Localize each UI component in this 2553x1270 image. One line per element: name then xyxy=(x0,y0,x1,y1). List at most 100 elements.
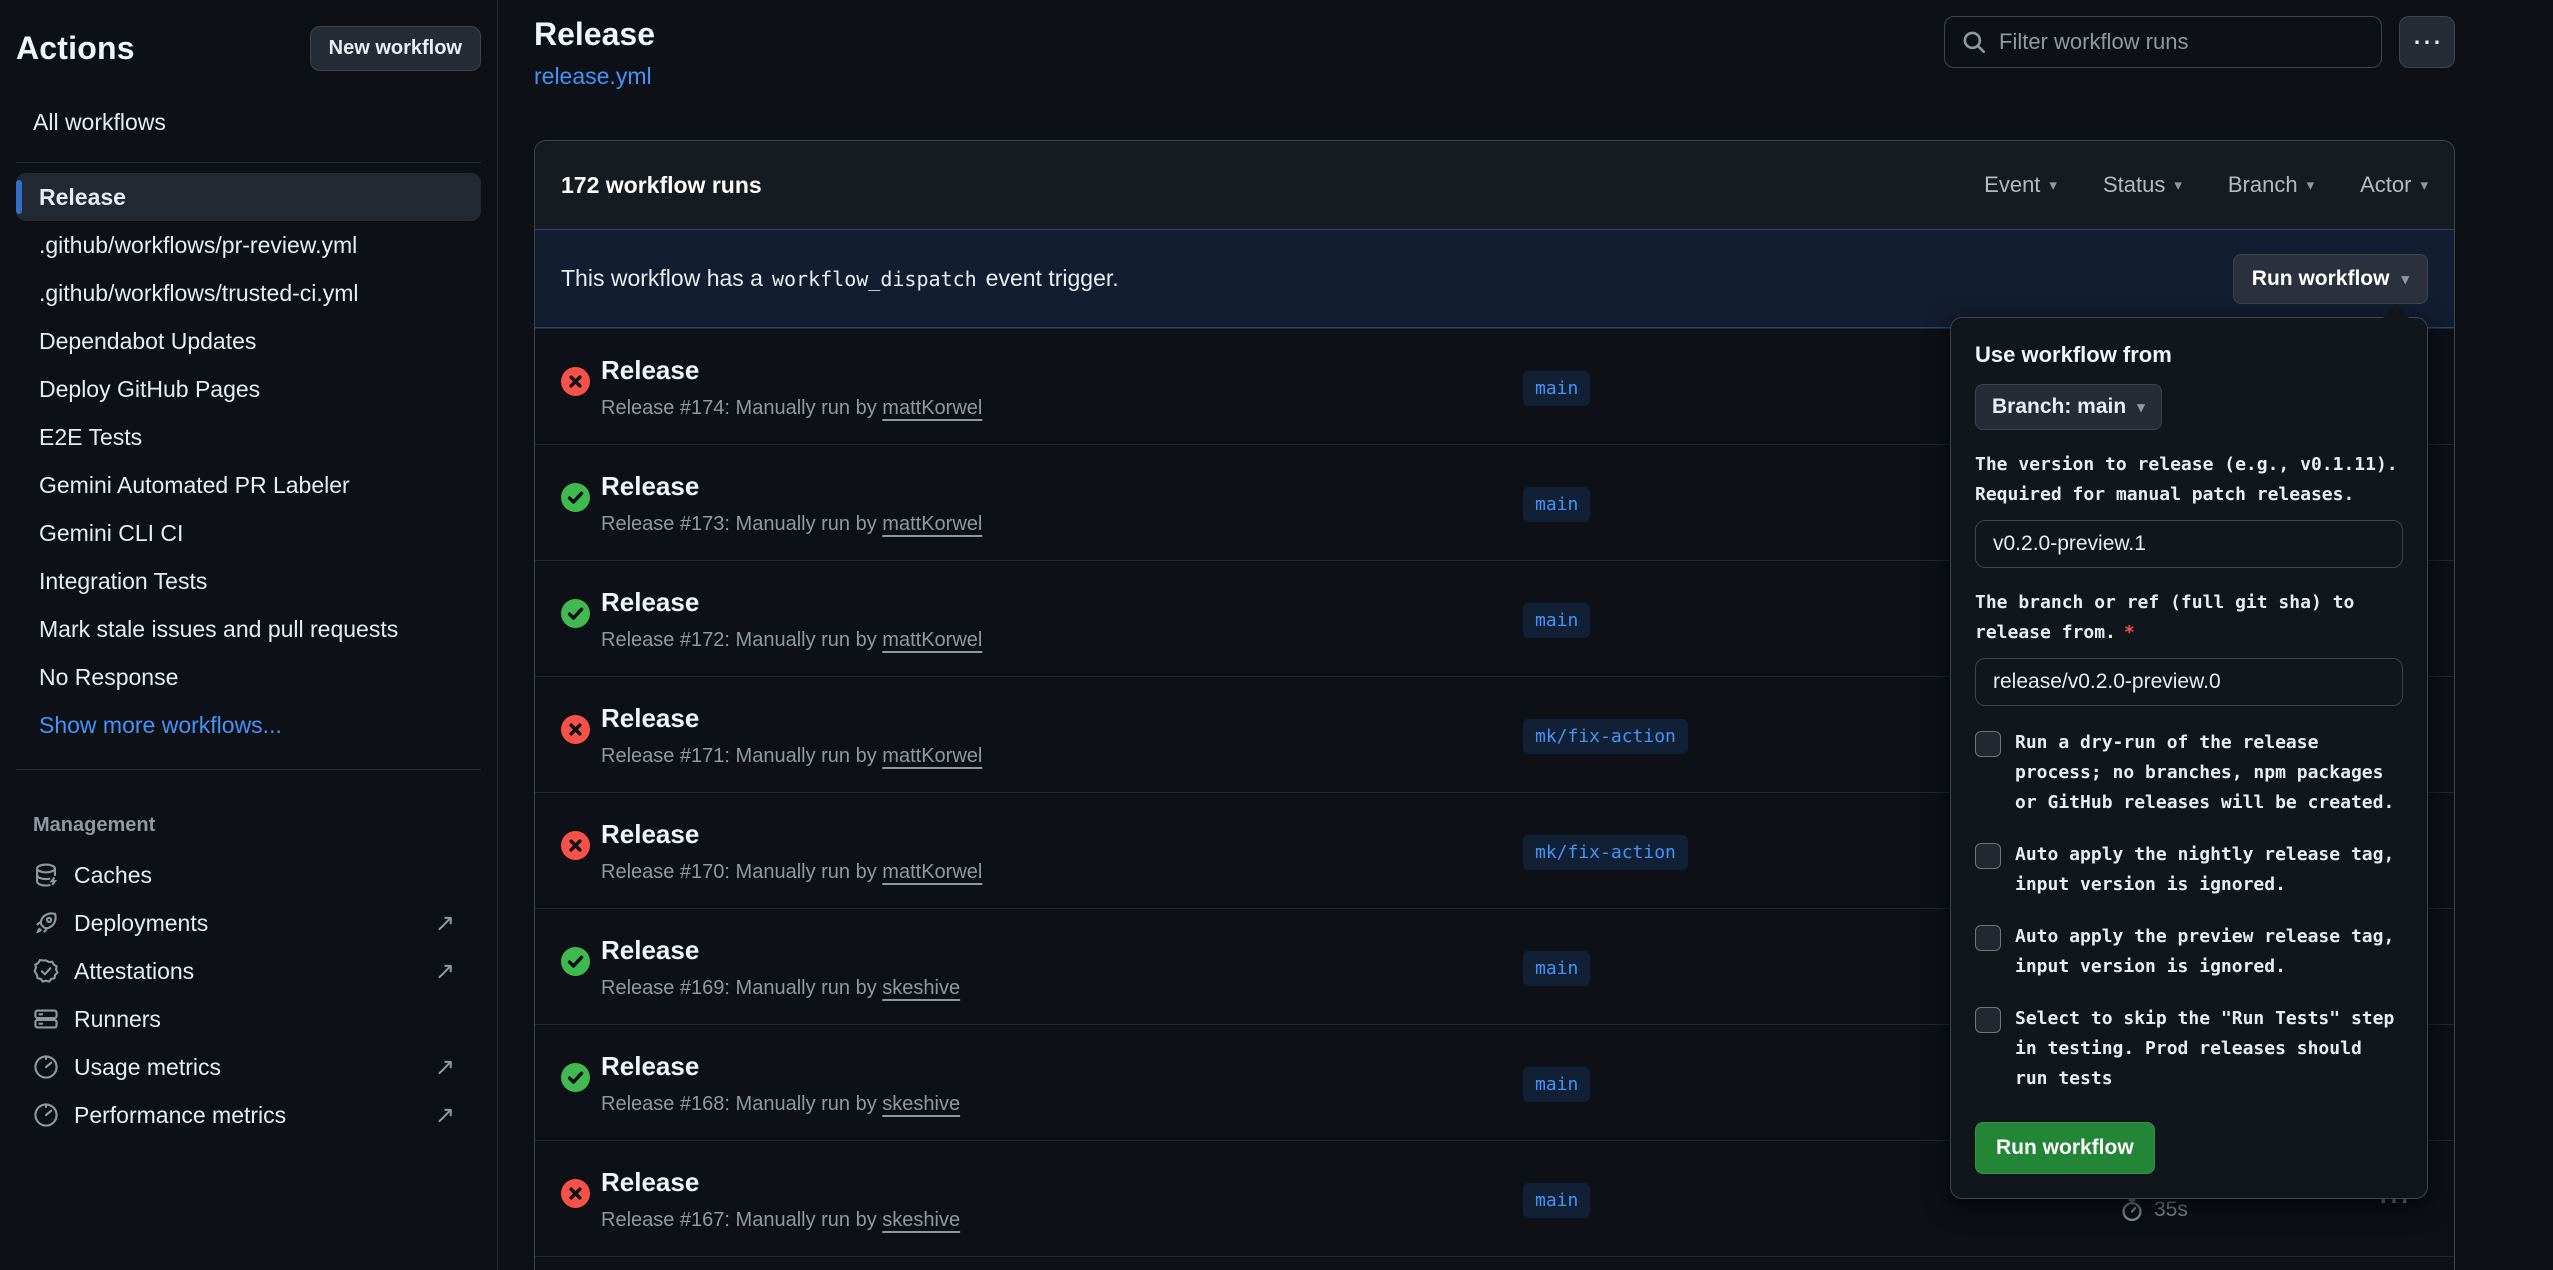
sidebar-item-usage-metrics[interactable]: Usage metrics ↗ xyxy=(16,1043,481,1091)
sidebar-item-gemini-pr-labeler[interactable]: Gemini Automated PR Labeler xyxy=(16,461,481,509)
branch-badge[interactable]: mk/fix-action xyxy=(1523,835,1688,870)
workflows-sidebar: Actions New workflow All workflows Relea… xyxy=(0,0,498,1270)
branch-badge[interactable]: main xyxy=(1523,951,1590,986)
success-icon xyxy=(561,483,590,512)
actor-link[interactable]: mattKorwel xyxy=(882,745,982,767)
filter-event[interactable]: Event▾ xyxy=(1984,172,2057,198)
success-icon xyxy=(561,1063,590,1092)
run-description: Release #172: Manually run by mattKorwel xyxy=(601,629,982,652)
run-title[interactable]: Release xyxy=(601,471,699,502)
run-title[interactable]: Release xyxy=(601,819,699,850)
filter-runs-input[interactable] xyxy=(1999,29,2365,55)
run-workflow-dropdown-button[interactable]: Run workflow ▾ xyxy=(2233,254,2428,304)
dry-run-checkbox[interactable] xyxy=(1975,731,2001,757)
management-divider xyxy=(16,769,481,770)
management-list: Caches Deployments ↗ Attestations ↗ Runn… xyxy=(16,851,481,1139)
filter-branch[interactable]: Branch▾ xyxy=(2228,172,2314,198)
preview-tag-option: Auto apply the preview release tag, inpu… xyxy=(1975,922,2403,982)
workflow-file-link[interactable]: release.yml xyxy=(534,63,652,90)
chevron-down-icon: ▾ xyxy=(2307,176,2315,194)
run-title[interactable]: Release xyxy=(601,1051,699,1082)
run-filters: Event▾ Status▾ Branch▾ Actor▾ xyxy=(1984,172,2428,198)
sidebar-item-runners[interactable]: Runners xyxy=(16,995,481,1043)
sidebar-item-release[interactable]: Release xyxy=(16,173,481,221)
filter-status[interactable]: Status▾ xyxy=(2103,172,2182,198)
new-workflow-button[interactable]: New workflow xyxy=(310,26,481,71)
actor-link[interactable]: skeshive xyxy=(882,1209,960,1231)
external-link-icon: ↗ xyxy=(435,957,455,986)
success-icon xyxy=(561,599,590,628)
run-title[interactable]: Release xyxy=(601,587,699,618)
skip-tests-option: Select to skip the "Run Tests" step in t… xyxy=(1975,1004,2403,1094)
rocket-icon xyxy=(33,910,59,936)
actor-link[interactable]: mattKorwel xyxy=(882,861,982,883)
preview-tag-checkbox[interactable] xyxy=(1975,925,2001,951)
branch-badge[interactable]: main xyxy=(1523,371,1590,406)
run-title[interactable]: Release xyxy=(601,935,699,966)
runs-panel-header: 172 workflow runs Event▾ Status▾ Branch▾… xyxy=(535,141,2454,229)
branch-badge[interactable]: mk/fix-action xyxy=(1523,719,1688,754)
nightly-tag-option: Auto apply the nightly release tag, inpu… xyxy=(1975,840,2403,900)
kebab-icon: ⋯ xyxy=(2412,25,2442,60)
verified-icon xyxy=(33,958,59,984)
run-title[interactable]: Release xyxy=(601,1167,699,1198)
version-input[interactable] xyxy=(1975,520,2403,568)
external-link-icon: ↗ xyxy=(435,909,455,938)
stopwatch-icon xyxy=(2120,1198,2144,1222)
all-workflows-link[interactable]: All workflows xyxy=(16,109,481,136)
branch-badge[interactable]: main xyxy=(1523,1067,1590,1102)
failure-icon xyxy=(561,715,590,744)
actor-link[interactable]: mattKorwel xyxy=(882,397,982,419)
sidebar-item-deployments[interactable]: Deployments ↗ xyxy=(16,899,481,947)
actor-link[interactable]: mattKorwel xyxy=(882,629,982,651)
chevron-down-icon: ▾ xyxy=(2137,398,2145,416)
nightly-tag-checkbox[interactable] xyxy=(1975,843,2001,869)
runs-count: 172 workflow runs xyxy=(561,172,762,199)
run-title[interactable]: Release xyxy=(601,703,699,734)
branch-badge[interactable]: main xyxy=(1523,1183,1590,1218)
ref-input[interactable] xyxy=(1975,658,2403,706)
run-description: Release #170: Manually run by mattKorwel xyxy=(601,861,982,884)
run-description: Release #168: Manually run by skeshive xyxy=(601,1093,960,1116)
sidebar-item-performance-metrics[interactable]: Performance metrics ↗ xyxy=(16,1091,481,1139)
selected-accent-bar xyxy=(16,180,22,214)
partial-run-row xyxy=(535,1256,2454,1270)
skip-tests-checkbox[interactable] xyxy=(1975,1007,2001,1033)
main-header: Release release.yml ⋯ xyxy=(534,0,2455,140)
chevron-down-icon: ▾ xyxy=(2420,176,2428,194)
cache-icon xyxy=(33,862,59,888)
actor-link[interactable]: mattKorwel xyxy=(882,513,982,535)
sidebar-item-no-response[interactable]: No Response xyxy=(16,653,481,701)
filter-actor[interactable]: Actor▾ xyxy=(2360,172,2428,198)
show-more-workflows-link[interactable]: Show more workflows... xyxy=(16,701,481,749)
branch-badge[interactable]: main xyxy=(1523,487,1590,522)
sidebar-item-pr-review[interactable]: .github/workflows/pr-review.yml xyxy=(16,221,481,269)
filter-runs-search[interactable] xyxy=(1944,16,2382,68)
external-link-icon: ↗ xyxy=(435,1053,455,1082)
sidebar-item-e2e-tests[interactable]: E2E Tests xyxy=(16,413,481,461)
branch-selector-button[interactable]: Branch: main ▾ xyxy=(1975,384,2162,430)
sidebar-item-integration-tests[interactable]: Integration Tests xyxy=(16,557,481,605)
sidebar-item-deploy-github-pages[interactable]: Deploy GitHub Pages xyxy=(16,365,481,413)
workflow-dispatch-banner: This workflow has a workflow_dispatch ev… xyxy=(535,229,2454,328)
management-heading: Management xyxy=(16,814,481,837)
run-description: Release #173: Manually run by mattKorwel xyxy=(601,513,982,536)
run-workflow-submit-button[interactable]: Run workflow xyxy=(1975,1122,2155,1174)
sidebar-item-attestations[interactable]: Attestations ↗ xyxy=(16,947,481,995)
dry-run-option: Run a dry-run of the release process; no… xyxy=(1975,728,2403,818)
branch-badge[interactable]: main xyxy=(1523,603,1590,638)
actor-link[interactable]: skeshive xyxy=(882,1093,960,1115)
popover-heading: Use workflow from xyxy=(1975,342,2403,368)
sidebar-item-caches[interactable]: Caches xyxy=(16,851,481,899)
actor-link[interactable]: skeshive xyxy=(882,977,960,999)
version-field-description: The version to release (e.g., v0.1.11). … xyxy=(1975,450,2403,510)
failure-icon xyxy=(561,367,590,396)
sidebar-item-trusted-ci[interactable]: .github/workflows/trusted-ci.yml xyxy=(16,269,481,317)
sidebar-item-mark-stale[interactable]: Mark stale issues and pull requests xyxy=(16,605,481,653)
run-description: Release #169: Manually run by skeshive xyxy=(601,977,960,1000)
sidebar-item-dependabot-updates[interactable]: Dependabot Updates xyxy=(16,317,481,365)
run-title[interactable]: Release xyxy=(601,355,699,386)
sidebar-item-gemini-cli-ci[interactable]: Gemini CLI CI xyxy=(16,509,481,557)
failure-icon xyxy=(561,831,590,860)
header-kebab-button[interactable]: ⋯ xyxy=(2399,16,2455,68)
